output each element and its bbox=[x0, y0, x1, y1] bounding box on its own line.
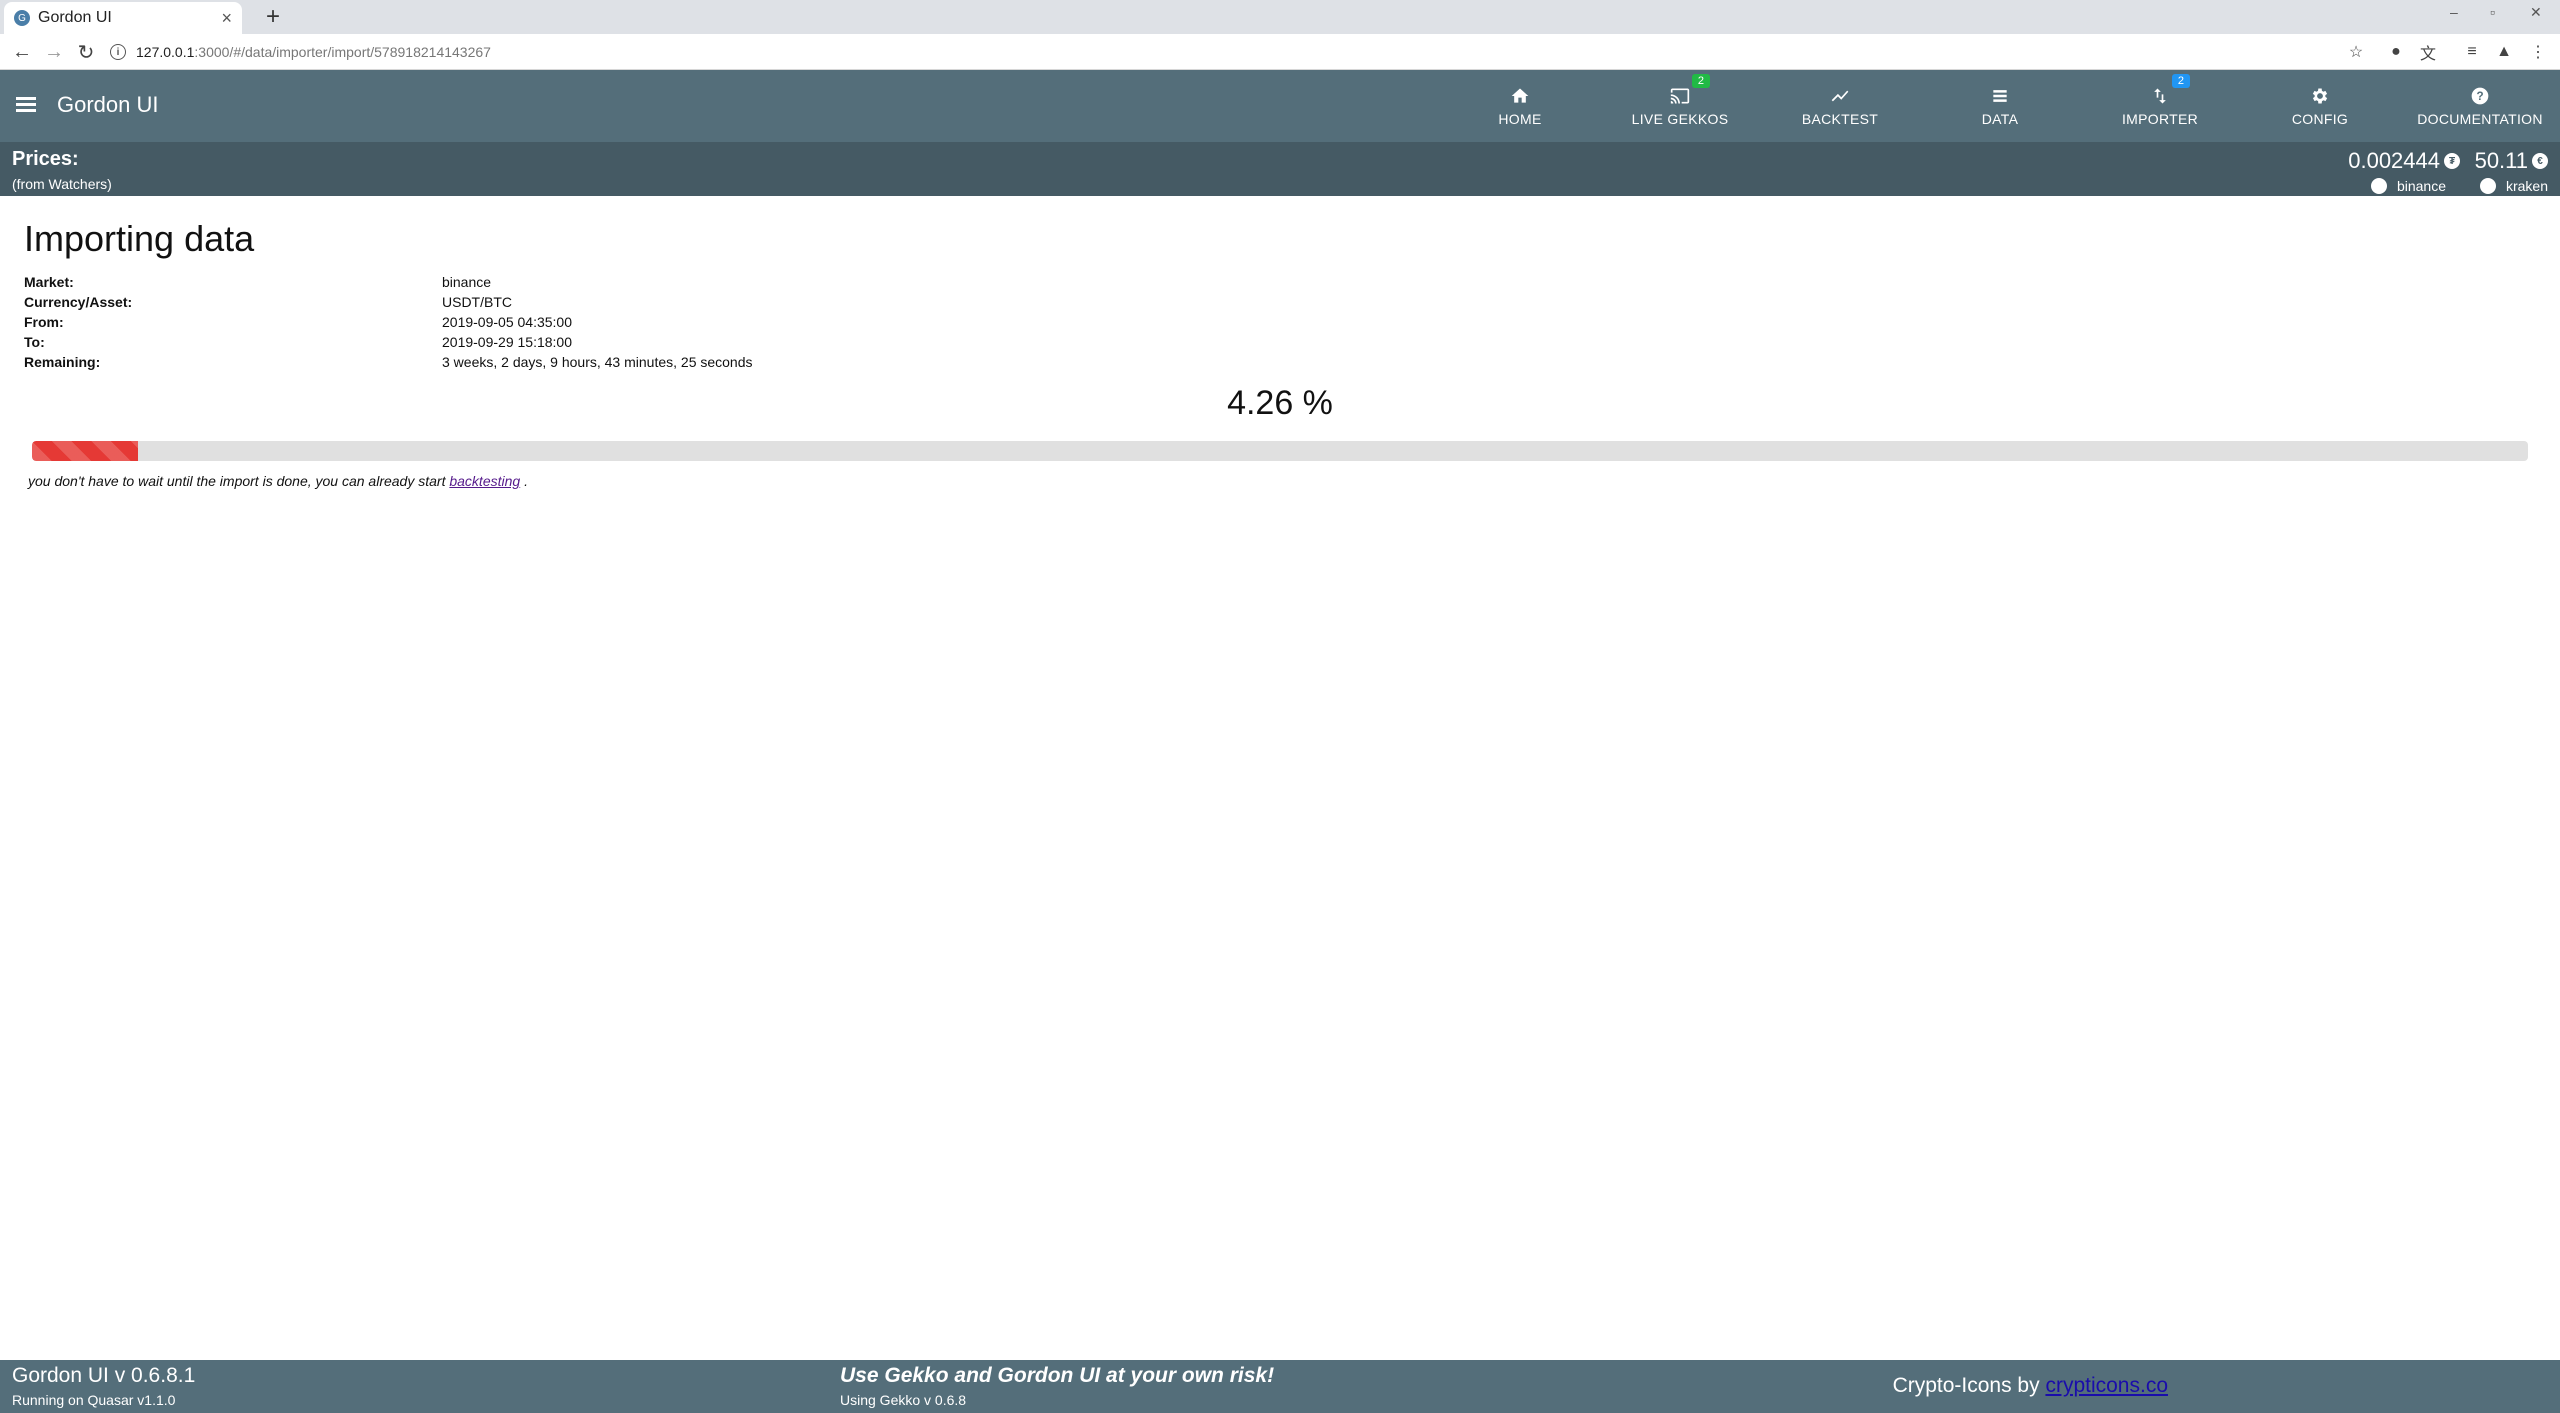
browser-tabbar: G Gordon UI × + ‒ ▫ ✕ bbox=[0, 0, 2560, 34]
trending-up-icon bbox=[1829, 85, 1851, 107]
translate-icon[interactable]: 文 bbox=[2418, 42, 2438, 63]
binance-exchange-icon bbox=[2370, 178, 2387, 194]
field-label: Market: bbox=[24, 274, 74, 290]
import-export-icon bbox=[2149, 85, 2171, 107]
nav-label: HOME bbox=[1498, 111, 1542, 127]
tab-title: Gordon UI bbox=[38, 9, 112, 26]
progress-percent: 4.26 % bbox=[1227, 384, 1333, 422]
back-icon[interactable]: ← bbox=[8, 38, 36, 66]
browser-menu-icon[interactable]: ⋮ bbox=[2528, 42, 2548, 62]
market-value: binance bbox=[442, 274, 492, 290]
nav-label: DATA bbox=[1981, 111, 2019, 127]
browser-toolbar: ← → ↻ i 127.0.0.1 :3000/#/data/importer/… bbox=[0, 34, 2560, 70]
import-progress-bar bbox=[32, 441, 2528, 461]
page-title: Importing data bbox=[24, 218, 255, 259]
tether-coin-icon: ₮ bbox=[2444, 153, 2460, 169]
progress-fill bbox=[32, 441, 139, 461]
version-label: Gordon UI v 0.6.8.1 bbox=[12, 1364, 196, 1387]
extension-icon[interactable]: ● bbox=[2386, 42, 2406, 62]
ticker-exchange: kraken bbox=[2505, 178, 2548, 194]
currency-asset-value: USDT/BTC bbox=[442, 294, 512, 310]
backtesting-link[interactable]: backtesting bbox=[449, 473, 520, 489]
list-icon bbox=[1989, 85, 2011, 107]
from-value: 2019-09-05 04:35:00 bbox=[442, 314, 572, 330]
hint-suffix: . bbox=[520, 473, 528, 489]
nav-label: LIVE GEKKOS bbox=[1631, 111, 1729, 127]
nav-backtest[interactable]: BACKTEST bbox=[1760, 70, 1920, 142]
home-icon bbox=[1509, 85, 1531, 107]
importer-badge: 2 bbox=[2171, 74, 2190, 88]
remaining-value: 3 weeks, 2 days, 9 hours, 43 minutes, 25… bbox=[442, 354, 753, 370]
nav-label: CONFIG bbox=[2291, 111, 2349, 127]
nav-home[interactable]: HOME bbox=[1440, 70, 1600, 142]
credits-text: Crypto-Icons by bbox=[1892, 1374, 2046, 1397]
crypticons-link[interactable]: crypticons.co bbox=[2045, 1374, 2168, 1397]
price-ticker-binance[interactable]: 0.002444 ₮ binance bbox=[2348, 148, 2460, 194]
nav-data[interactable]: DATA bbox=[1920, 70, 2080, 142]
nav-label: DOCUMENTATION bbox=[2417, 111, 2543, 127]
nav-live-gekkos[interactable]: 2 LIVE GEKKOS bbox=[1600, 70, 1760, 142]
svg-text:?: ? bbox=[2476, 90, 2483, 103]
hamburger-menu-icon[interactable] bbox=[16, 94, 40, 118]
field-label: To: bbox=[24, 334, 45, 350]
import-panel: Importing data Market: binance Currency/… bbox=[24, 196, 2536, 489]
nav-importer[interactable]: 2 IMPORTER bbox=[2080, 70, 2240, 142]
browser-tab[interactable]: G Gordon UI × bbox=[4, 2, 242, 34]
close-window-icon[interactable]: ✕ bbox=[2530, 4, 2542, 21]
site-info-icon[interactable]: i bbox=[110, 44, 126, 60]
reload-icon[interactable]: ↻ bbox=[72, 38, 100, 66]
prices-bar: Prices: (from Watchers) 0.002444 ₮ binanc… bbox=[0, 142, 2560, 196]
field-label: From: bbox=[24, 314, 64, 330]
prices-title: Prices: bbox=[12, 148, 79, 170]
minimize-icon[interactable]: ‒ bbox=[2450, 4, 2458, 20]
nav-label: IMPORTER bbox=[2121, 111, 2199, 127]
backtest-hint: you don't have to wait until the import … bbox=[28, 473, 2536, 489]
ticker-value: 50.11 bbox=[2474, 148, 2528, 173]
quasar-label: Running on Quasar v1.1.0 bbox=[12, 1392, 176, 1408]
field-label: Currency/Asset: bbox=[24, 294, 133, 310]
nav-documentation[interactable]: ? DOCUMENTATION bbox=[2400, 70, 2560, 142]
app-footer: Gordon UI v 0.6.8.1 Running on Quasar v1… bbox=[0, 1360, 2560, 1413]
euro-coin-icon: € bbox=[2532, 153, 2548, 169]
maximize-icon[interactable]: ▫ bbox=[2490, 4, 2495, 20]
app-title: Gordon UI bbox=[57, 92, 159, 117]
import-details: Market: binance Currency/Asset: USDT/BTC… bbox=[24, 274, 2536, 370]
prices-subtitle: (from Watchers) bbox=[12, 176, 112, 192]
address-bar[interactable]: i 127.0.0.1 :3000/#/data/importer/import… bbox=[110, 39, 2360, 65]
live-gekkos-badge: 2 bbox=[1691, 74, 1710, 88]
drive-icon[interactable]: ▲ bbox=[2494, 42, 2514, 62]
url-host: 127.0.0.1 bbox=[136, 44, 195, 60]
forward-icon[interactable]: → bbox=[40, 38, 68, 66]
ticker-exchange: binance bbox=[2396, 178, 2446, 194]
kraken-exchange-icon bbox=[2479, 178, 2496, 194]
extension-icon[interactable]: ≡ bbox=[2462, 42, 2482, 62]
bookmark-star-icon[interactable]: ☆ bbox=[2346, 42, 2366, 62]
gear-icon bbox=[2309, 85, 2331, 107]
tab-close-icon[interactable]: × bbox=[221, 8, 232, 29]
cast-icon bbox=[1669, 85, 1691, 107]
help-icon: ? bbox=[2469, 85, 2491, 107]
app-header: Gordon UI HOME 2 LIVE GEKKOS BACKTEST DA bbox=[0, 70, 2560, 142]
gordon-favicon-icon: G bbox=[14, 10, 30, 26]
new-tab-icon[interactable]: + bbox=[258, 2, 288, 32]
to-value: 2019-09-29 15:18:00 bbox=[442, 334, 572, 350]
ticker-value: 0.002444 bbox=[2348, 148, 2440, 173]
hint-text: you don't have to wait until the import … bbox=[28, 473, 450, 489]
field-label: Remaining: bbox=[24, 354, 101, 370]
risk-warning: Use Gekko and Gordon UI at your own risk… bbox=[840, 1364, 1275, 1387]
nav-label: BACKTEST bbox=[1801, 111, 1879, 127]
nav-config[interactable]: CONFIG bbox=[2240, 70, 2400, 142]
gekko-version: Using Gekko v 0.6.8 bbox=[840, 1392, 967, 1408]
price-ticker-kraken[interactable]: 50.11 € kraken bbox=[2475, 148, 2548, 194]
main-nav: HOME 2 LIVE GEKKOS BACKTEST DATA 2 IMPOR… bbox=[1440, 70, 2560, 142]
url-path: :3000/#/data/importer/import/57891821414… bbox=[194, 44, 491, 60]
credits: Crypto-Icons by crypticons.co bbox=[1893, 1374, 2168, 1398]
